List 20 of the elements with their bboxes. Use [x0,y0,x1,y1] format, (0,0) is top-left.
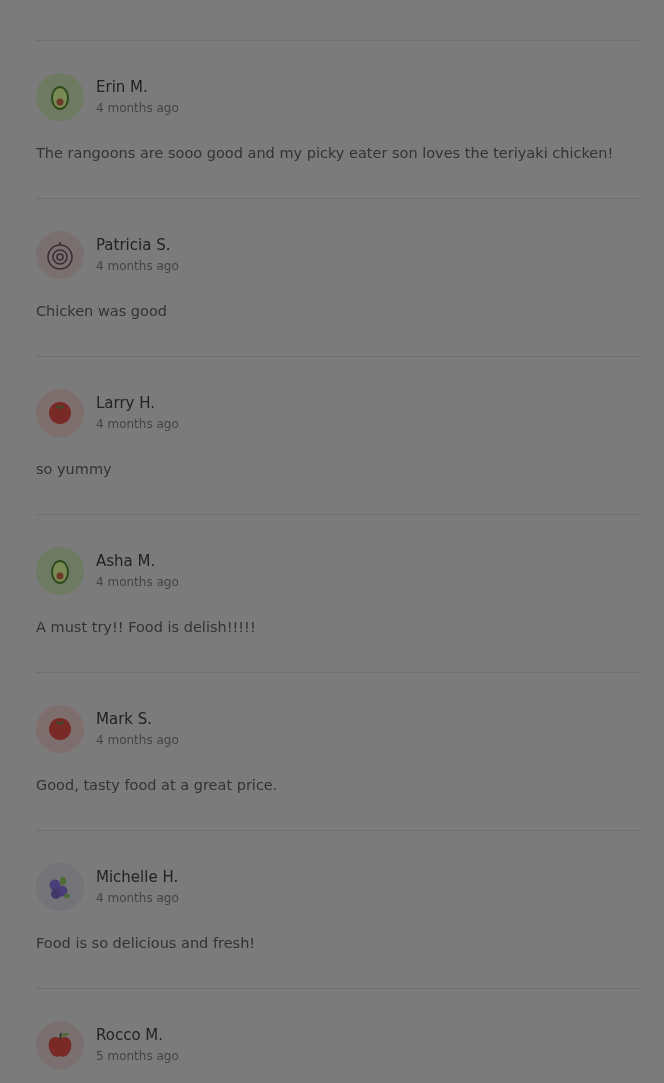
review-text: Chicken was good [36,302,168,321]
onion-avatar-icon [36,231,84,279]
apple-avatar-icon [36,1021,84,1069]
review-text: A must try!! Food is delish!!!!! [36,618,257,637]
tomato-avatar-icon [36,705,84,753]
review-text: so yummy [36,460,113,479]
reviewer-name: Mark S. [96,710,154,728]
avocado-avatar-icon [36,73,84,121]
reviewer-name: Erin M. [96,78,149,96]
blueberry-avatar-icon [36,863,84,911]
review-text: The rangoons are sooo good and my picky eater son loves the teriyaki chicken! [36,144,615,163]
review-text: Food is so delicious and fresh! [36,934,257,953]
reviewer-name: Larry H. [96,394,157,412]
reviewer-name: Asha M. [96,552,157,570]
reviewer-name: Rocco M. [96,1026,165,1044]
tomato-avatar-icon [36,389,84,437]
reviewer-name: Patricia S. [96,236,172,254]
review-text: Good, tasty food at a great price. [36,776,279,795]
avocado-avatar-icon [36,547,84,595]
reviewer-name: Michelle H. [96,868,179,886]
